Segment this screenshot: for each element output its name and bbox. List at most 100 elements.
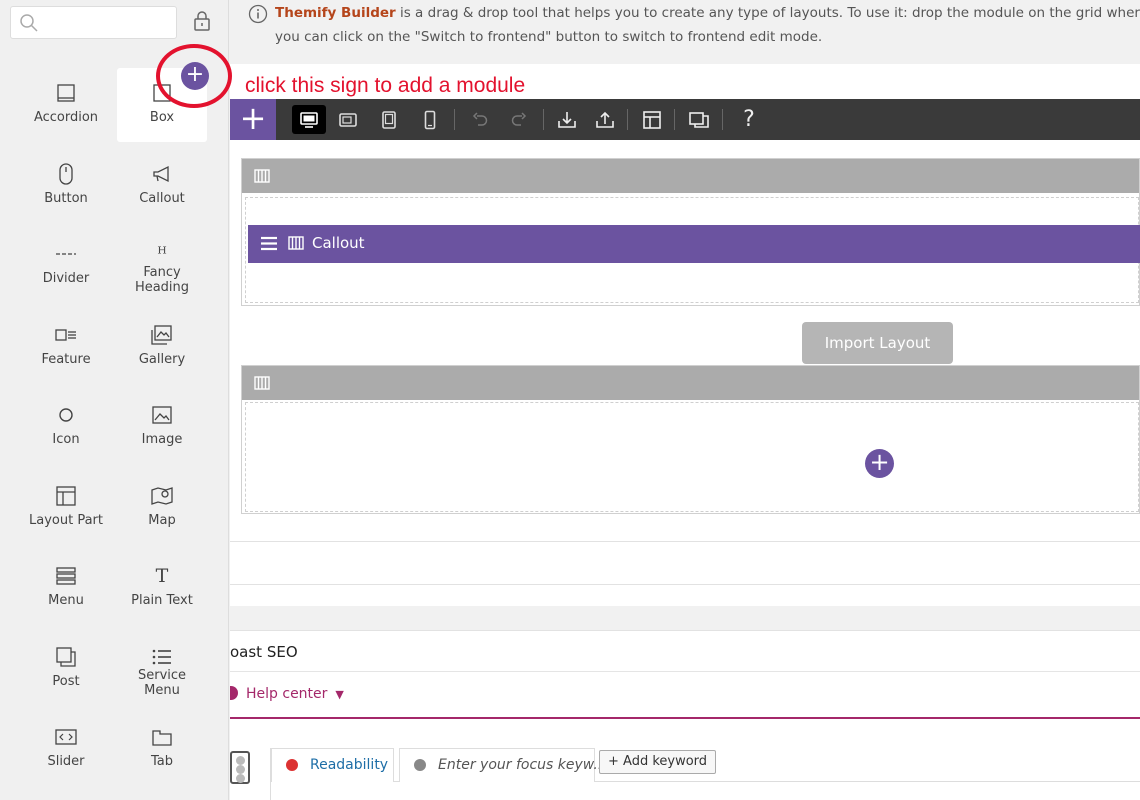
import-icon[interactable] [550,105,584,134]
keyword-status-icon [414,759,426,771]
module-label: Icon [52,432,80,447]
module-divider[interactable]: Divider [21,229,111,303]
brand-name: Themify Builder [275,5,396,21]
module-label: Box [149,110,175,125]
annotation-text: click this sign to add a module [245,74,526,97]
help-button[interactable]: ? [732,105,766,134]
help-center-toggle[interactable]: Help center ▼ [230,686,344,702]
menu-icon [21,565,111,587]
row-header[interactable] [242,159,1139,193]
module-label: Image [141,432,183,447]
desktop-view-icon[interactable] [292,105,326,134]
mobile-view-icon[interactable] [413,105,447,134]
layout-icon [21,485,111,507]
tablet-landscape-icon[interactable] [331,105,365,134]
module-label: Slider [47,754,85,769]
module-image[interactable]: Image [117,390,207,464]
module-search-box[interactable] [10,6,177,39]
row-header[interactable] [242,366,1139,400]
divider [230,584,1140,585]
module-label: Accordion [33,110,99,125]
divider [230,671,1140,672]
builder-row[interactable] [241,365,1140,514]
tab-icon [117,726,207,748]
module-label: Feature [41,351,91,367]
info-text: is a drag & drop tool that helps you to … [395,5,1140,21]
divider [230,541,1140,542]
circle-icon [21,404,111,426]
columns-icon[interactable] [288,236,304,250]
module-accordion[interactable]: Accordion [21,68,111,142]
module-service-menu[interactable]: Service Menu [117,632,207,706]
lock-icon[interactable] [192,10,212,32]
layouts-icon[interactable] [635,105,669,134]
duplicate-page-icon[interactable] [682,105,716,134]
search-icon [20,14,38,32]
slider-icon [21,726,111,748]
module-label: Divider [42,271,90,286]
seo-panel: oast SEO Help center ▼ Readability Enter … [230,630,1140,800]
module-map[interactable]: Map [117,471,207,545]
map-icon [117,485,207,507]
module-label: Service Menu [137,667,187,698]
mouse-icon [21,162,111,185]
row-add-module-button[interactable]: + [865,449,894,478]
annotation-highlight-circle [156,44,232,108]
module-feature[interactable]: Feature [21,310,111,384]
tab-readability[interactable]: Readability [271,748,394,782]
toolbar-separator [454,109,455,130]
undo-icon[interactable] [463,105,497,134]
gallery-icon [117,324,207,346]
readability-status-icon [286,759,298,771]
module-menu[interactable]: Menu [21,551,111,625]
module-fancy-heading[interactable]: ᴴ Fancy Heading [117,229,207,303]
export-icon[interactable] [588,105,622,134]
builder-info-bar: Themify Builder is a drag & drop tool th… [230,0,1140,64]
module-label: Map [148,512,176,528]
toolbar-separator [674,109,675,130]
module-button[interactable]: Button [21,149,111,223]
toolbar-add-button[interactable]: + [230,99,276,140]
info-text-line-1: Themify Builder is a drag & drop tool th… [275,5,1140,21]
tab-focus-keyword[interactable]: Enter your focus keyw.. [399,748,602,782]
module-label: Menu [48,593,84,608]
module-post[interactable]: Post [21,632,111,706]
module-search-input[interactable] [41,13,171,33]
module-icon[interactable]: Icon [21,390,111,464]
redo-icon[interactable] [502,105,536,134]
column-dropzone[interactable] [245,402,1139,512]
module-label: Plain Text [131,593,193,608]
module-plain-text[interactable]: T Plain Text [117,551,207,625]
module-label: Gallery [138,351,186,367]
module-label: Button [44,190,88,206]
tab-label: Readability [310,757,389,773]
module-label: Callout [139,190,185,206]
hamburger-icon[interactable] [260,236,278,251]
help-dot-icon [230,686,238,700]
builder-toolbar: + ? [230,99,1140,140]
module-slider[interactable]: Slider [21,712,111,786]
module-label: Tab [150,754,173,769]
page: Accordion Box Button Callout Divider ᴴ Fancy H… [0,0,1140,800]
info-text-line-2: you can click on the "Switch to frontend… [275,29,823,45]
toolbar-separator [543,109,544,130]
add-keyword-button[interactable]: + Add keyword [599,750,717,774]
image-icon [117,404,207,426]
module-label: Fancy Heading [134,265,190,295]
module-sidebar: Accordion Box Button Callout Divider ᴴ Fancy H… [0,0,229,800]
module-layout-part[interactable]: Layout Part [21,471,111,545]
divider-icon [21,243,111,265]
module-callout[interactable]: Callout [117,149,207,223]
module-gallery[interactable]: Gallery [117,310,207,384]
module-tab[interactable]: Tab [117,712,207,786]
toolbar-separator [722,109,723,130]
feature-icon [21,324,111,346]
module-label: Layout Part [29,512,103,528]
help-center-label: Help center [246,686,328,702]
caret-down-icon: ▼ [335,688,344,701]
columns-icon[interactable] [254,169,270,183]
import-layout-button[interactable]: Import Layout [802,322,953,364]
columns-icon[interactable] [254,376,270,390]
tablet-portrait-icon[interactable] [372,105,406,134]
callout-module[interactable]: Callout [248,225,1140,263]
